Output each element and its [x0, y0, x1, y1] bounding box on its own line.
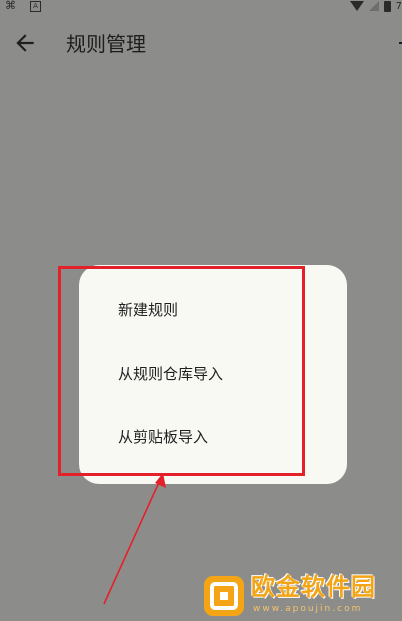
- app-bar: 规则管理: [0, 22, 402, 66]
- signal-icon: [368, 1, 379, 11]
- battery-level: 7: [395, 0, 402, 12]
- plus-icon: [399, 42, 402, 44]
- watermark-name: 欧金软件园: [251, 573, 376, 601]
- wifi-icon: [349, 1, 364, 11]
- status-icons: 7: [349, 0, 402, 12]
- status-bar: ⌘ A 7: [0, 0, 402, 14]
- battery-icon: [383, 0, 391, 12]
- a-notification-icon: A: [30, 1, 41, 12]
- back-button[interactable]: [12, 30, 38, 56]
- watermark-url: www.apoujin.com: [253, 604, 363, 614]
- page-title: 规则管理: [66, 32, 146, 56]
- menu-item-import-from-clipboard[interactable]: 从剪贴板导入: [118, 427, 208, 447]
- watermark-logo-icon: [204, 576, 244, 616]
- watermark: 欧金软件园 www.apoujin.com: [203, 573, 399, 617]
- usb-debug-icon: ⌘: [5, 0, 16, 12]
- arrow-left-icon: [16, 34, 34, 52]
- add-button[interactable]: [394, 31, 402, 55]
- add-rule-menu: 新建规则 从规则仓库导入 从剪贴板导入: [79, 265, 347, 484]
- menu-item-import-from-repo[interactable]: 从规则仓库导入: [118, 364, 223, 384]
- menu-item-new-rule[interactable]: 新建规则: [118, 300, 178, 320]
